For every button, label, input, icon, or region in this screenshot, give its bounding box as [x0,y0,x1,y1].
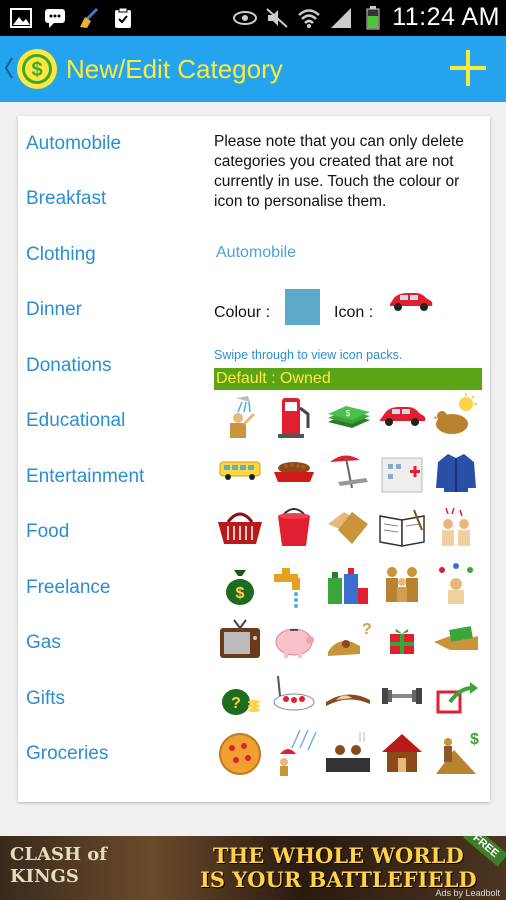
category-editor-card: Automobile Breakfast Clothing Dinner Don… [18,116,490,802]
category-item[interactable]: Gas [26,623,61,663]
wifi-icon [296,5,322,31]
status-bar: 11:24 AM [0,0,506,36]
money-bag-icon[interactable]: $ [216,560,264,608]
juggler-icon[interactable] [432,560,480,608]
colour-swatch[interactable] [285,289,320,325]
fuel-pump-icon[interactable] [270,392,318,440]
family-icon[interactable] [378,560,426,608]
category-item[interactable]: Breakfast [26,179,106,219]
eye-icon [232,5,258,31]
sun-bird-icon[interactable] [432,392,480,440]
jacket-icon[interactable] [432,448,480,496]
dumbbell-icon[interactable] [378,672,426,720]
question-bag-icon[interactable]: ? [216,672,264,720]
battery-icon [360,5,386,31]
gift-icon[interactable] [378,616,426,664]
svg-text:?: ? [231,695,241,712]
svg-text:?: ? [362,621,372,638]
ad-headline: THE WHOLE WORLD IS YOUR BATTLEFIELD [200,843,477,892]
handshake-icon[interactable] [324,504,372,552]
cleaning-supplies-icon[interactable] [324,560,372,608]
mute-icon [264,5,290,31]
money-stack-icon[interactable]: $ [324,392,372,440]
dollar-logo-icon[interactable]: $ [16,48,58,90]
svg-text:$: $ [236,585,245,602]
celebration-icon[interactable] [432,504,480,552]
svg-text:$: $ [346,409,351,418]
ad-attribution: Ads by Leadbolt [435,888,500,898]
page-title: New/Edit Category [66,54,283,84]
chat-icon [42,5,68,31]
grill-icon[interactable] [324,728,372,776]
signal-icon [328,5,354,31]
piggy-bank-icon[interactable] [270,616,318,664]
category-item[interactable]: Dinner [26,290,82,330]
category-item[interactable]: Donations [26,346,112,386]
house-icon[interactable] [378,728,426,776]
payment-hand-icon[interactable] [432,616,480,664]
clipboard-check-icon [110,5,136,31]
car-icon[interactable] [378,392,426,440]
swipe-hint: Swipe through to view icon packs. [214,348,403,362]
icon-pack-title[interactable]: Default : Owned [214,368,482,390]
info-note: Please note that you can only delete cat… [214,133,464,210]
bucket-icon[interactable] [270,504,318,552]
beach-icon[interactable] [324,448,372,496]
basket-icon[interactable] [216,504,264,552]
broom-icon [76,5,102,31]
image-icon [8,5,34,31]
pizza-icon[interactable] [216,728,264,776]
category-item[interactable]: Educational [26,401,125,441]
category-name-field[interactable]: Automobile [216,244,296,262]
category-item[interactable]: Freelance [26,568,111,608]
plus-icon[interactable] [448,48,488,88]
restaurant-icon[interactable] [270,672,318,720]
svg-text:$: $ [470,731,479,748]
tv-icon[interactable] [216,616,264,664]
construction-icon[interactable]: $ [432,728,480,776]
shower-icon[interactable] [216,392,264,440]
category-item[interactable]: Food [26,512,69,552]
question-hand-icon[interactable]: ? [324,616,372,664]
ad-brand: CLASH of KINGS [10,844,107,887]
export-icon[interactable] [432,672,480,720]
category-item[interactable]: Groceries [26,734,108,774]
bus-icon[interactable] [216,448,264,496]
clock: 11:24 AM [392,3,500,31]
hospital-icon[interactable] [378,448,426,496]
sushi-icon[interactable] [324,672,372,720]
category-item[interactable]: Gifts [26,679,65,719]
icon-label: Icon : [334,304,374,321]
category-item[interactable]: Automobile [26,124,121,164]
action-bar: $ New/Edit Category [0,36,506,102]
svg-text:$: $ [31,59,42,81]
ad-banner[interactable]: CLASH of KINGS THE WHOLE WORLD IS YOUR B… [0,836,506,900]
pet-bowl-icon[interactable] [270,448,318,496]
category-item[interactable]: Clothing [26,235,96,275]
book-icon[interactable] [378,504,426,552]
colour-label: Colour : [214,304,271,321]
category-item[interactable]: Entertainment [26,457,144,497]
back-chevron-icon[interactable] [4,56,14,86]
faucet-icon[interactable] [270,560,318,608]
rain-icon[interactable] [270,728,318,776]
car-icon[interactable] [386,290,434,312]
